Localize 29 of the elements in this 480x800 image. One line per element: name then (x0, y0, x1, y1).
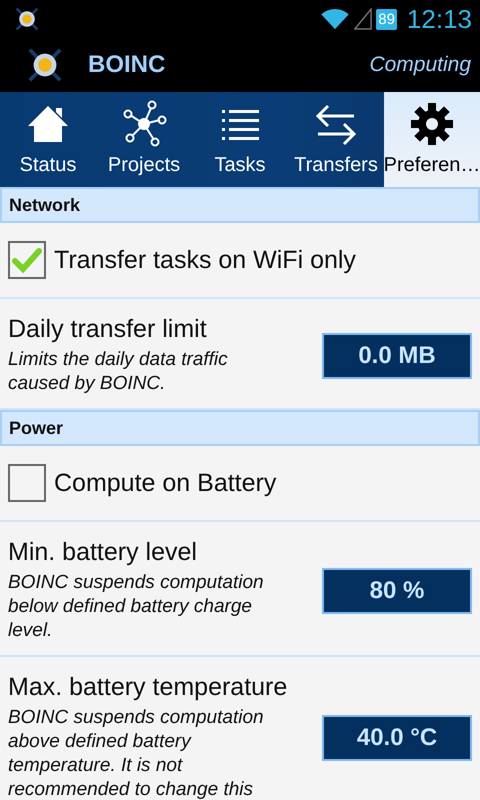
setting-title: Max. battery temperature (8, 673, 288, 702)
tab[interactable]: Projects (96, 92, 192, 187)
boinc-logo-icon (14, 6, 40, 32)
tab[interactable]: Transfers (288, 92, 384, 187)
checkbox[interactable] (8, 464, 46, 502)
setting-description: Limits the daily data traffic caused by BOINC. (8, 348, 229, 396)
setting-description: BOINC suspends computation below defined battery charge level. (8, 571, 265, 643)
value-button[interactable]: 80 % (322, 568, 472, 614)
settings-icon (408, 100, 456, 148)
setting-description: BOINC suspends computation above defined battery temperature. It is not recommended to change this (8, 706, 265, 800)
status-text: Computing (369, 53, 471, 77)
signal-icon (354, 8, 372, 30)
tab[interactable]: Status (0, 92, 96, 187)
value-button[interactable]: 0.0 MB (322, 332, 472, 378)
setting-title: Daily transfer limit (8, 315, 208, 344)
setting-title: Min. battery level (8, 538, 198, 567)
app-title: BOINC (88, 51, 166, 79)
checkbox[interactable] (8, 241, 46, 279)
boinc-logo-icon (26, 46, 64, 84)
value-button[interactable]: 40.0 °C (322, 714, 472, 760)
wifi-icon (320, 8, 350, 30)
section-header: Network (0, 187, 480, 223)
battery-icon: 89 (376, 8, 397, 30)
checkbox-label: Compute on Battery (54, 468, 276, 498)
tab[interactable]: Preferen… (384, 92, 480, 187)
tab[interactable]: Tasks (192, 92, 288, 187)
checkbox-label: Transfer tasks on WiFi only (54, 246, 356, 274)
clock: 12:13 (406, 4, 472, 34)
section-header: Power (0, 410, 480, 446)
